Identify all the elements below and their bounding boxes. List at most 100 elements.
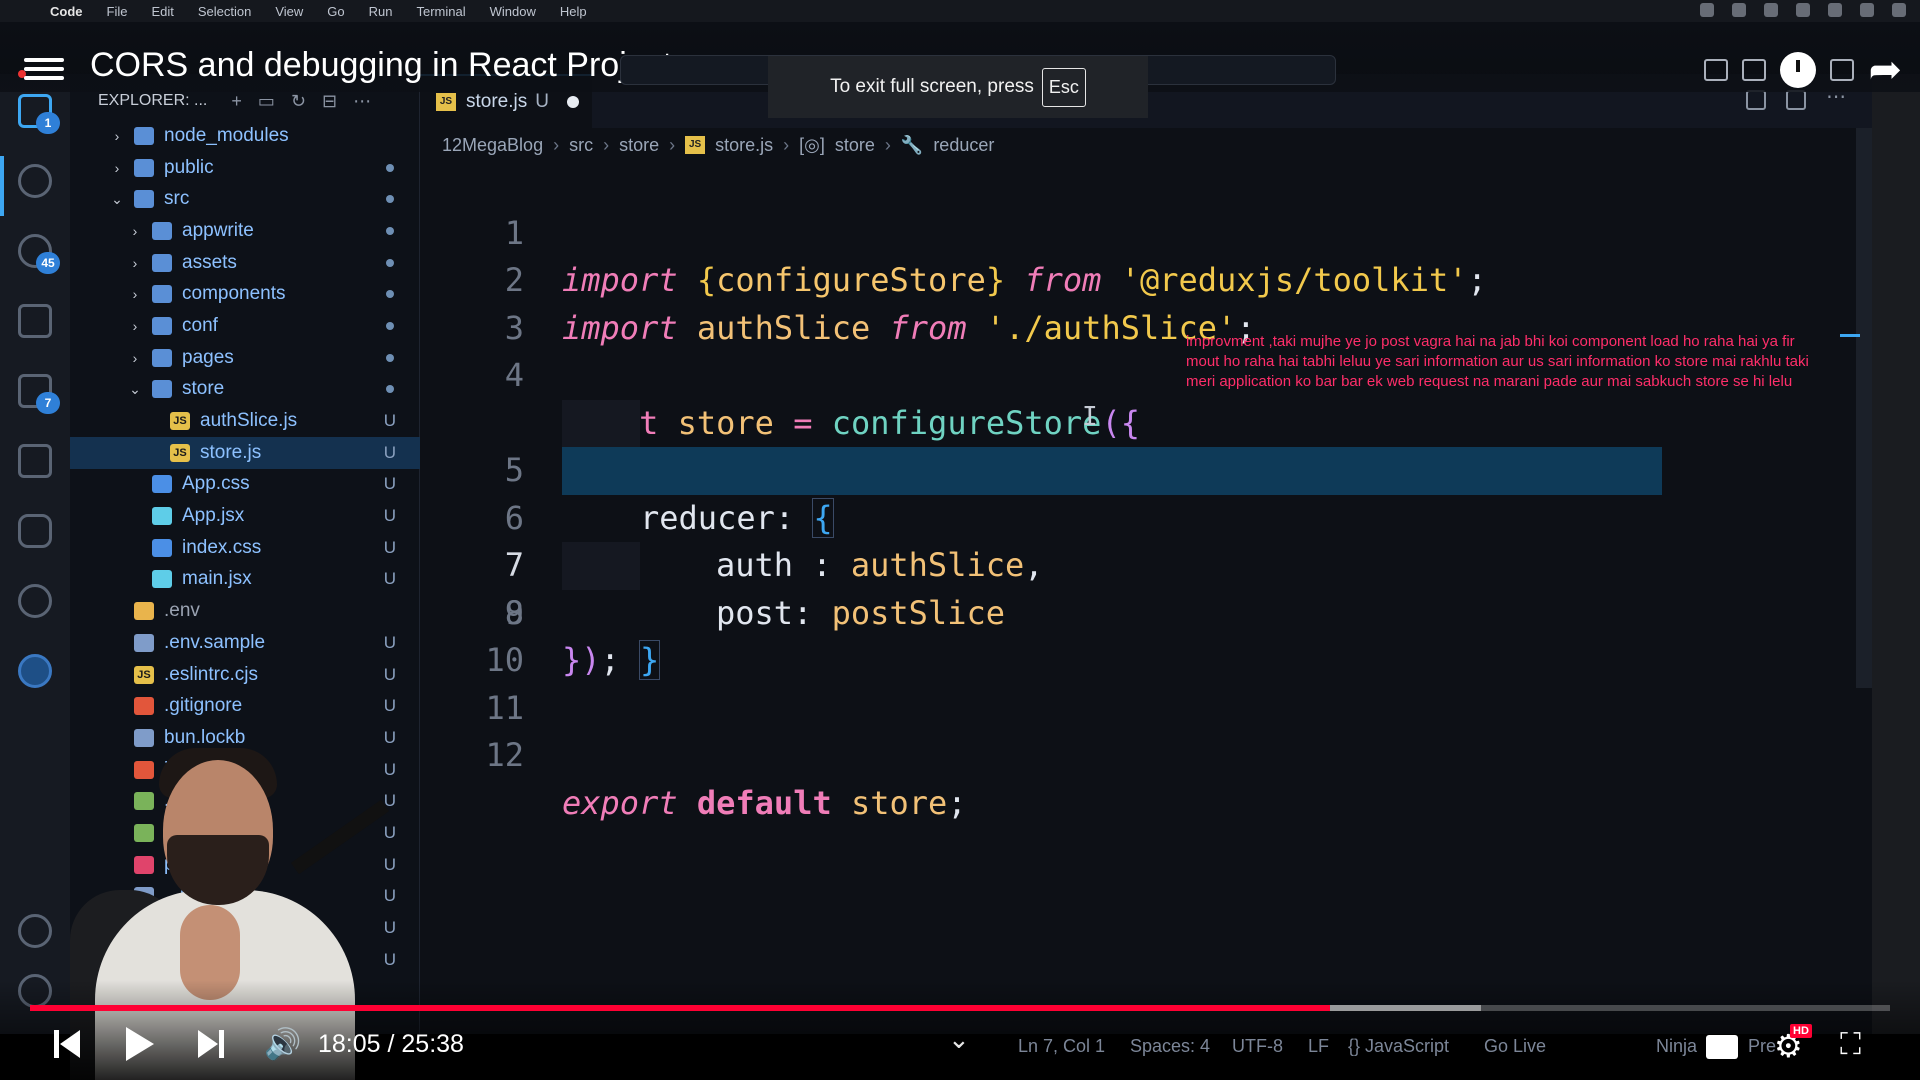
selection-highlight: [562, 447, 1662, 495]
wifi-icon[interactable]: [1796, 3, 1810, 17]
menu-go[interactable]: Go: [327, 4, 344, 19]
tree-row[interactable]: JS .eslintrc.cjs U: [70, 659, 420, 691]
previous-button[interactable]: [54, 1030, 80, 1058]
video-title[interactable]: CORS and debugging in React Project: [90, 46, 672, 85]
chevron-right-icon[interactable]: ›: [126, 318, 144, 334]
user-icon[interactable]: [1860, 3, 1874, 17]
compare-changes-icon[interactable]: [1746, 90, 1766, 110]
breadcrumb-src[interactable]: src: [569, 135, 593, 156]
new-folder-icon[interactable]: ▭: [258, 91, 275, 112]
search-icon[interactable]: [18, 164, 52, 198]
refresh-icon[interactable]: ↻: [291, 91, 306, 112]
tree-row[interactable]: .gitignore U: [70, 690, 420, 722]
menu-help[interactable]: Help: [560, 4, 587, 19]
menu-run[interactable]: Run: [369, 4, 393, 19]
tree-row[interactable]: .env.sample U: [70, 627, 420, 659]
menu-file[interactable]: File: [107, 4, 128, 19]
siri-icon[interactable]: [1892, 3, 1906, 17]
go-live[interactable]: Go Live: [1484, 1036, 1546, 1057]
folder-icon: [152, 348, 172, 367]
esc-key-hint: Esc: [1041, 67, 1086, 107]
breadcrumb-file[interactable]: store.js: [715, 135, 773, 156]
menu-selection[interactable]: Selection: [198, 4, 251, 19]
breadcrumb-symbol-store[interactable]: store: [835, 135, 875, 156]
cursor-position[interactable]: Ln 7, Col 1: [1018, 1036, 1105, 1057]
menu-terminal[interactable]: Terminal: [417, 4, 466, 19]
tree-row[interactable]: › pages: [70, 342, 420, 374]
menu-code[interactable]: Code: [50, 4, 83, 19]
chevron-right-icon[interactable]: ›: [126, 223, 144, 239]
github-icon[interactable]: [18, 584, 52, 618]
extensions-icon[interactable]: 7: [18, 374, 60, 414]
source-control-icon[interactable]: 45: [18, 234, 60, 274]
customize-layout-icon[interactable]: [1830, 59, 1855, 81]
tree-row[interactable]: .env: [70, 595, 420, 627]
tree-row[interactable]: › node_modules: [70, 120, 420, 152]
explorer-icon[interactable]: 1: [18, 94, 60, 134]
next-button[interactable]: [198, 1030, 224, 1058]
tree-row[interactable]: JS store.js U: [70, 436, 420, 469]
share-icon[interactable]: ➦: [1868, 50, 1902, 90]
sidebar-toggle-icon[interactable]: [1700, 3, 1714, 17]
unsaved-dot-icon[interactable]: [566, 96, 579, 108]
collapse-all-icon[interactable]: ⊟: [322, 91, 337, 112]
toggle-panel-icon[interactable]: [1742, 59, 1767, 81]
remote-explorer-icon[interactable]: [18, 444, 52, 478]
menu-view[interactable]: View: [275, 4, 303, 19]
env-file-icon: [134, 602, 154, 621]
progress-bar[interactable]: [30, 1005, 1890, 1011]
language-mode[interactable]: {} JavaScript: [1348, 1036, 1449, 1057]
breadcrumb-store-folder[interactable]: store: [619, 135, 659, 156]
breadcrumb-symbol-reducer[interactable]: reducer: [933, 135, 994, 156]
tree-row[interactable]: main.jsx U: [70, 564, 420, 596]
chevron-down-icon[interactable]: ⌄: [108, 191, 126, 208]
chevron-right-icon[interactable]: ›: [108, 160, 126, 176]
tree-row[interactable]: › public: [70, 152, 420, 184]
play-button[interactable]: [126, 1027, 156, 1061]
tree-row[interactable]: ⌄ store: [70, 374, 420, 406]
live-share-icon[interactable]: [18, 654, 52, 688]
prettier-status[interactable]: Pre: [1748, 1036, 1776, 1057]
playlist-menu-icon[interactable]: [24, 58, 64, 88]
menu-edit[interactable]: Edit: [151, 4, 173, 19]
tree-row[interactable]: App.css U: [70, 469, 420, 501]
chevron-down-icon[interactable]: ⌄: [948, 1024, 970, 1055]
tree-row[interactable]: App.jsx U: [70, 500, 420, 532]
code-text[interactable]: export default store;: [562, 780, 967, 828]
layout-icon[interactable]: [1732, 3, 1746, 17]
subtitles-icon[interactable]: [1706, 1035, 1738, 1059]
handwritten-annotation: improvment ,taki mujhe ye jo post vagra …: [1186, 333, 1809, 390]
chevron-right-icon[interactable]: ›: [108, 128, 126, 144]
toggle-sidebar-icon[interactable]: [1704, 59, 1729, 81]
tree-row[interactable]: › components: [70, 278, 420, 310]
docker-icon[interactable]: [18, 514, 52, 548]
tree-row[interactable]: ⌄ src: [70, 183, 420, 215]
account-icon[interactable]: [18, 914, 52, 948]
ninja-status[interactable]: Ninja: [1656, 1036, 1697, 1057]
more-icon[interactable]: ⋯: [1826, 87, 1846, 110]
tree-row[interactable]: › appwrite: [70, 215, 420, 247]
tree-row[interactable]: index.css U: [70, 532, 420, 564]
more-actions-icon[interactable]: ⋯: [353, 91, 371, 112]
tree-row[interactable]: › conf: [70, 310, 420, 342]
chevron-right-icon[interactable]: ›: [126, 255, 144, 271]
breadcrumb-project[interactable]: 12MegaBlog: [442, 135, 543, 156]
line-ending[interactable]: LF: [1308, 1036, 1329, 1057]
encoding[interactable]: UTF-8: [1232, 1036, 1283, 1057]
tree-row[interactable]: › assets: [70, 247, 420, 279]
control-center-icon[interactable]: [1828, 3, 1842, 17]
split-editor-icon[interactable]: [1786, 90, 1806, 110]
code-editor[interactable]: 1 import {configureStore} from '@reduxjs…: [420, 162, 1872, 822]
exit-fullscreen-icon[interactable]: ⛶: [1840, 1030, 1861, 1060]
app-status-icon[interactable]: [1764, 3, 1778, 17]
chevron-down-icon[interactable]: ⌄: [126, 381, 144, 398]
tree-row[interactable]: JS authSlice.js U: [70, 405, 420, 437]
new-file-icon[interactable]: +: [231, 91, 242, 112]
indent-spaces[interactable]: Spaces: 4: [1130, 1036, 1210, 1057]
watch-later-icon[interactable]: [1780, 52, 1817, 88]
volume-icon[interactable]: 🔊: [264, 1030, 301, 1060]
chevron-right-icon[interactable]: ›: [126, 286, 144, 302]
run-debug-icon[interactable]: [18, 304, 52, 338]
chevron-right-icon[interactable]: ›: [126, 350, 144, 366]
menu-window[interactable]: Window: [490, 4, 536, 19]
